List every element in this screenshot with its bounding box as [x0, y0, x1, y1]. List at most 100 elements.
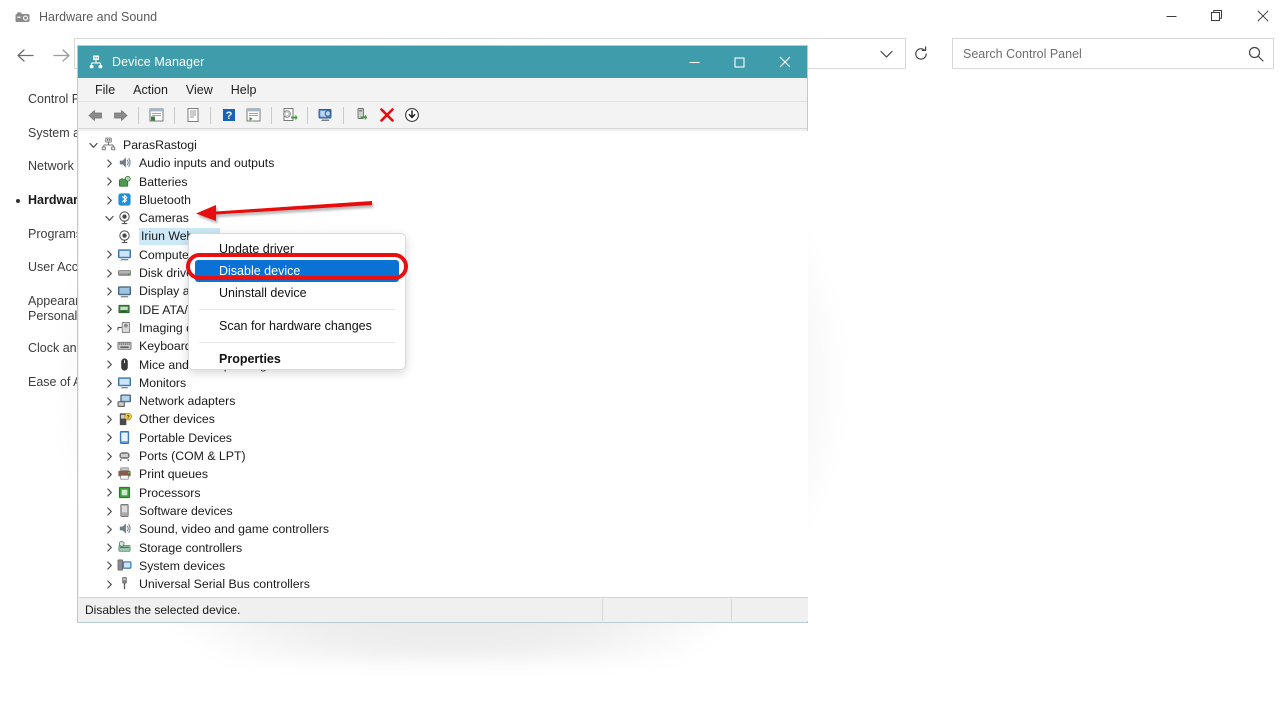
- chevron-right-icon[interactable]: [101, 174, 117, 190]
- dm-maximize-button[interactable]: [717, 46, 762, 78]
- tree-item-other-devices[interactable]: ? Other devices: [79, 410, 808, 428]
- tree-item-network-adapters[interactable]: Network adapters: [79, 392, 808, 410]
- context-menu-item-disable-device[interactable]: Disable device: [195, 260, 399, 282]
- back-icon[interactable]: [84, 104, 107, 126]
- chevron-down-icon[interactable]: [85, 137, 101, 153]
- tree-item-label: Computer: [139, 249, 193, 261]
- chevron-right-icon[interactable]: [101, 247, 117, 263]
- search-box[interactable]: [952, 38, 1274, 69]
- chevron-right-icon[interactable]: [101, 521, 117, 537]
- context-menu-item-scan-for-hardware-changes[interactable]: Scan for hardware changes: [189, 315, 405, 337]
- restore-button[interactable]: [1194, 0, 1240, 32]
- chevron-right-icon[interactable]: [101, 284, 117, 300]
- show-hidden-devices-icon[interactable]: [242, 104, 265, 126]
- software-icon: [117, 503, 133, 519]
- tree-item-parasrastogi[interactable]: ParasRastogi: [79, 136, 808, 154]
- chevron-right-icon[interactable]: [101, 558, 117, 574]
- minimize-button[interactable]: [1148, 0, 1194, 32]
- chevron-right-icon[interactable]: [101, 485, 117, 501]
- tree-item-print-queues[interactable]: Print queues: [79, 465, 808, 483]
- tree-item-storage-controllers[interactable]: Storage controllers: [79, 539, 808, 557]
- menu-file[interactable]: File: [86, 81, 124, 99]
- chevron-right-icon[interactable]: [101, 302, 117, 318]
- tree-item-portable-devices[interactable]: Portable Devices: [79, 429, 808, 447]
- menu-view[interactable]: View: [177, 81, 222, 99]
- chevron-right-icon[interactable]: [101, 466, 117, 482]
- help-icon[interactable]: ?: [217, 104, 240, 126]
- tree-item-label: Storage controllers: [139, 542, 242, 554]
- dm-minimize-button[interactable]: [672, 46, 717, 78]
- context-menu-item-properties[interactable]: Properties: [189, 348, 405, 370]
- tree-item-ports[interactable]: Ports (COM & LPT): [79, 447, 808, 465]
- tree-item-universal-serial-bus-controllers[interactable]: Universal Serial Bus controllers: [79, 575, 808, 593]
- system-icon: [117, 558, 133, 574]
- tree-item-batteries[interactable]: Batteries: [79, 173, 808, 191]
- status-separator: [602, 599, 603, 621]
- dm-close-button[interactable]: [762, 46, 807, 78]
- tree-item-monitors[interactable]: Monitors: [79, 374, 808, 392]
- menu-help[interactable]: Help: [222, 81, 266, 99]
- toolbar-separator: [307, 107, 308, 124]
- tree-item-processors[interactable]: Processors: [79, 484, 808, 502]
- tree-item-audio-inputs-and-outputs[interactable]: Audio inputs and outputs: [79, 154, 808, 172]
- properties-icon[interactable]: [145, 104, 168, 126]
- back-arrow-icon[interactable]: [10, 40, 40, 70]
- search-input[interactable]: [953, 40, 1233, 67]
- device-manager-titlebar[interactable]: Device Manager: [78, 46, 807, 78]
- chevron-right-icon[interactable]: [101, 338, 117, 354]
- context-menu-item-uninstall-device[interactable]: Uninstall device: [189, 282, 405, 304]
- status-bar: Disables the selected device.: [79, 597, 808, 621]
- help-document-icon[interactable]: [181, 104, 204, 126]
- tree-item-label: Other devices: [139, 413, 215, 425]
- chevron-right-icon[interactable]: [101, 265, 117, 281]
- monitor-icon: [117, 375, 133, 391]
- chevron-down-icon[interactable]: [101, 210, 117, 226]
- tree-item-label: Ports (COM & LPT): [139, 450, 246, 462]
- tree-item-label: Audio inputs and outputs: [139, 157, 274, 169]
- chevron-right-icon[interactable]: [101, 430, 117, 446]
- control-panel-titlebar: Hardware and Sound: [0, 0, 1286, 32]
- computer-icon: [117, 247, 133, 263]
- forward-icon[interactable]: [109, 104, 132, 126]
- enable-device-icon[interactable]: [350, 104, 373, 126]
- chevron-right-icon[interactable]: [101, 503, 117, 519]
- other-device-icon: ?: [117, 412, 133, 428]
- menu-action[interactable]: Action: [124, 81, 177, 99]
- close-button[interactable]: [1240, 0, 1286, 32]
- context-menu-item-update-driver[interactable]: Update driver: [189, 238, 405, 260]
- battery-icon: [117, 174, 133, 190]
- chevron-right-icon[interactable]: [101, 155, 117, 171]
- chevron-right-icon[interactable]: [101, 357, 117, 373]
- tree-item-sound-video-and-game-controllers[interactable]: Sound, video and game controllers: [79, 520, 808, 538]
- chevron-right-icon[interactable]: [101, 540, 117, 556]
- refresh-icon[interactable]: [910, 44, 932, 64]
- storage-icon: [117, 540, 133, 556]
- chevron-right-icon[interactable]: [101, 448, 117, 464]
- disable-device-icon[interactable]: [400, 104, 423, 126]
- update-driver-icon[interactable]: [278, 104, 301, 126]
- chevron-right-icon[interactable]: [101, 320, 117, 336]
- context-menu[interactable]: Update driver Disable device Uninstall d…: [188, 233, 406, 370]
- processor-icon: [117, 485, 133, 501]
- context-menu-separator: [199, 342, 395, 343]
- scan-hardware-icon[interactable]: [314, 104, 337, 126]
- search-icon: [1247, 45, 1265, 63]
- svg-text:?: ?: [225, 110, 232, 122]
- chevron-right-icon[interactable]: [101, 576, 117, 592]
- tree-item-bluetooth[interactable]: Bluetooth: [79, 191, 808, 209]
- tree-item-cameras[interactable]: Cameras: [79, 209, 808, 227]
- chevron-right-icon[interactable]: [101, 412, 117, 428]
- chevron-down-icon[interactable]: [876, 45, 896, 63]
- ide-icon: [117, 302, 133, 318]
- uninstall-device-icon[interactable]: [375, 104, 398, 126]
- control-panel-tab[interactable]: Hardware and Sound: [8, 4, 167, 30]
- tree-item-system-devices[interactable]: System devices: [79, 557, 808, 575]
- tree-item-label: Software devices: [139, 505, 233, 517]
- chevron-right-icon[interactable]: [101, 192, 117, 208]
- chevron-right-icon[interactable]: [101, 393, 117, 409]
- chevron-right-icon[interactable]: [101, 375, 117, 391]
- port-icon: [117, 448, 133, 464]
- device-manager-window: Device Manager File Action View Help: [77, 45, 808, 623]
- tree-item-label: Cameras: [139, 212, 189, 224]
- tree-item-software-devices[interactable]: Software devices: [79, 502, 808, 520]
